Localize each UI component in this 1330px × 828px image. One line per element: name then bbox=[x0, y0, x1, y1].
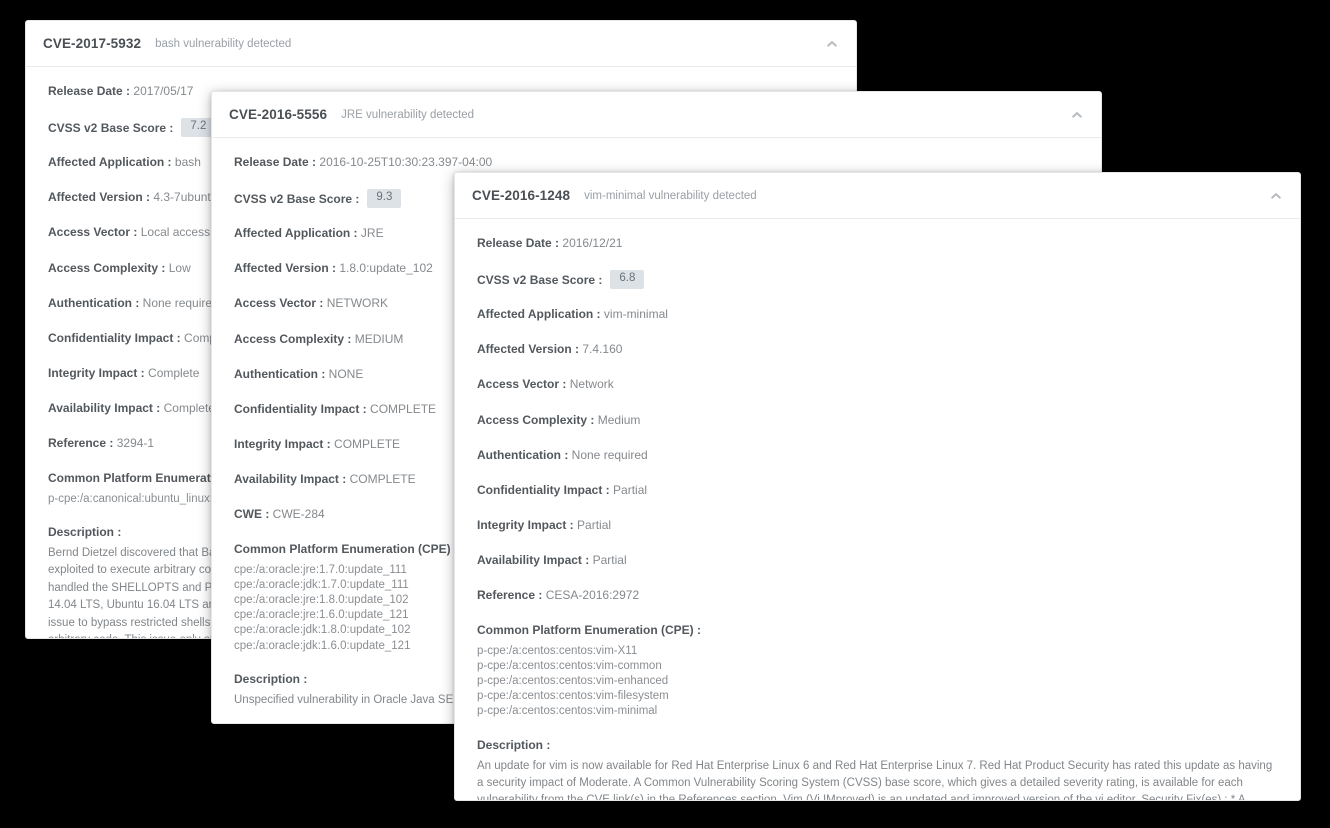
card-header-bash[interactable]: CVE-2017-5932 bash vulnerability detecte… bbox=[26, 21, 856, 67]
field-label: Access Complexity : bbox=[234, 331, 352, 346]
field-release-date: Release Date : 2016-10-25T10:30:23.397-0… bbox=[234, 154, 1081, 170]
field-value: Medium bbox=[597, 412, 641, 427]
field-label: Access Vector : bbox=[48, 225, 138, 240]
cve-id: CVE-2016-5556 bbox=[229, 107, 328, 122]
chevron-up-icon[interactable] bbox=[825, 37, 839, 51]
field-label: Access Vector : bbox=[477, 377, 567, 392]
cve-subtitle: JRE vulnerability detected bbox=[341, 108, 475, 121]
field-label: Access Complexity : bbox=[477, 412, 595, 427]
card-body-vim-minimal: Release Date : 2016/12/21 CVSS v2 Base S… bbox=[455, 219, 1300, 801]
field-value: NETWORK bbox=[326, 296, 389, 311]
field-label: Access Complexity : bbox=[48, 260, 166, 275]
field-cvss-score: CVSS v2 Base Score : 6.8 bbox=[477, 270, 1274, 289]
field-label: CVSS v2 Base Score : bbox=[234, 191, 360, 206]
field-label: Integrity Impact : bbox=[234, 437, 331, 452]
field-availability-impact: Availability Impact : Partial bbox=[477, 552, 1274, 568]
field-value: CWE-284 bbox=[272, 507, 325, 522]
field-value: COMPLETE bbox=[349, 472, 416, 487]
cpe-entry: p-cpe:/a:centos:centos:vim-enhanced bbox=[477, 675, 669, 688]
chevron-up-icon[interactable] bbox=[1070, 108, 1084, 122]
cve-subtitle: bash vulnerability detected bbox=[155, 37, 292, 50]
card-header-jre[interactable]: CVE-2016-5556 JRE vulnerability detected bbox=[212, 92, 1101, 138]
field-label: Affected Version : bbox=[234, 261, 337, 276]
field-label: Affected Application : bbox=[48, 154, 172, 169]
field-value: 3294-1 bbox=[116, 436, 155, 451]
cve-id: CVE-2017-5932 bbox=[43, 36, 142, 51]
field-label: CVSS v2 Base Score : bbox=[48, 120, 174, 135]
cpe-entry: p-cpe:/a:centos:centos:vim-minimal bbox=[477, 705, 658, 718]
section-title-cpe: Common Platform Enumeration (CPE) : bbox=[477, 622, 702, 637]
cpe-entry: p-cpe:/a:centos:centos:vim-X11 bbox=[477, 644, 638, 657]
field-value: vim-minimal bbox=[603, 306, 668, 321]
field-label: Confidentiality Impact : bbox=[48, 330, 181, 345]
field-integrity-impact: Integrity Impact : Partial bbox=[477, 517, 1274, 533]
field-value: MEDIUM bbox=[354, 331, 404, 346]
screen-background: CVE-2017-5932 bash vulnerability detecte… bbox=[0, 0, 1330, 828]
field-authentication: Authentication : None required bbox=[477, 447, 1274, 463]
field-value: bash bbox=[174, 154, 201, 169]
field-release-date: Release Date : 2016/12/21 bbox=[477, 235, 1274, 251]
field-value: Network bbox=[569, 377, 614, 392]
field-value: Partial bbox=[613, 482, 648, 497]
field-reference: Reference : CESA-2016:2972 bbox=[477, 587, 1274, 603]
field-confidentiality-impact: Confidentiality Impact : Partial bbox=[477, 482, 1274, 498]
field-label: Availability Impact : bbox=[477, 553, 590, 568]
field-label: Release Date : bbox=[234, 155, 317, 169]
field-label: Authentication : bbox=[234, 366, 326, 381]
field-value: Partial bbox=[592, 553, 627, 568]
cpe-list: p-cpe:/a:centos:centos:vim-X11 p-cpe:/a:c… bbox=[477, 644, 1274, 720]
field-value: Local access bbox=[140, 225, 211, 240]
field-label: Reference : bbox=[48, 436, 114, 451]
field-value: 2016/12/21 bbox=[562, 236, 623, 250]
field-value: COMPLETE bbox=[334, 437, 401, 452]
field-value: None required bbox=[571, 447, 648, 462]
field-label: Reference : bbox=[477, 588, 543, 603]
cve-id: CVE-2016-1248 bbox=[472, 188, 571, 203]
field-value: COMPLETE bbox=[370, 401, 437, 416]
cpe-entry: p-cpe:/a:centos:centos:vim-filesystem bbox=[477, 690, 669, 703]
field-label: Integrity Impact : bbox=[48, 366, 145, 381]
field-label: Affected Version : bbox=[48, 190, 151, 205]
field-label: Authentication : bbox=[48, 295, 140, 310]
field-access-vector: Access Vector : Network bbox=[477, 376, 1274, 392]
field-label: Affected Application : bbox=[234, 225, 358, 240]
description-text: An update for vim is now available for R… bbox=[477, 759, 1273, 801]
field-value: Low bbox=[168, 260, 191, 275]
field-value: Complete bbox=[163, 401, 215, 416]
cvss-score-badge: 9.3 bbox=[367, 189, 402, 208]
cve-subtitle: vim-minimal vulnerability detected bbox=[584, 189, 757, 202]
field-value: 2017/05/17 bbox=[133, 84, 194, 98]
field-label: Affected Application : bbox=[477, 306, 601, 321]
field-value: JRE bbox=[360, 225, 384, 240]
cpe-entry: p-cpe:/a:centos:centos:vim-common bbox=[477, 659, 662, 672]
field-access-complexity: Access Complexity : Medium bbox=[477, 412, 1274, 428]
field-value: 1.8.0:update_102 bbox=[339, 261, 433, 276]
field-label: Affected Version : bbox=[477, 342, 580, 357]
field-value: 2016-10-25T10:30:23.397-04:00 bbox=[319, 155, 493, 169]
field-label: CVSS v2 Base Score : bbox=[477, 272, 603, 287]
field-value: NONE bbox=[328, 366, 364, 381]
field-value: Complete bbox=[148, 366, 200, 381]
section-title-description: Description : bbox=[477, 737, 551, 752]
cvss-score-badge: 6.8 bbox=[610, 270, 645, 289]
field-label: Integrity Impact : bbox=[477, 518, 574, 533]
field-affected-version: Affected Version : 7.4.160 bbox=[477, 341, 1274, 357]
cve-card-vim-minimal[interactable]: CVE-2016-1248 vim-minimal vulnerability … bbox=[454, 172, 1301, 801]
field-label: Access Vector : bbox=[234, 296, 324, 311]
field-value: Partial bbox=[577, 518, 612, 533]
card-header-vim-minimal[interactable]: CVE-2016-1248 vim-minimal vulnerability … bbox=[455, 173, 1300, 219]
field-label: CWE : bbox=[234, 507, 270, 522]
field-label: Confidentiality Impact : bbox=[234, 401, 367, 416]
field-label: Release Date : bbox=[477, 236, 560, 250]
field-affected-application: Affected Application : vim-minimal bbox=[477, 306, 1274, 322]
field-label: Authentication : bbox=[477, 447, 569, 462]
field-value: 7.4.160 bbox=[582, 342, 623, 357]
field-value: None required bbox=[142, 295, 219, 310]
field-label: Confidentiality Impact : bbox=[477, 482, 610, 497]
field-label: Release Date : bbox=[48, 84, 131, 98]
field-label: Availability Impact : bbox=[234, 472, 347, 487]
chevron-up-icon[interactable] bbox=[1269, 189, 1283, 203]
field-label: Availability Impact : bbox=[48, 401, 161, 416]
field-value: CESA-2016:2972 bbox=[545, 588, 640, 603]
